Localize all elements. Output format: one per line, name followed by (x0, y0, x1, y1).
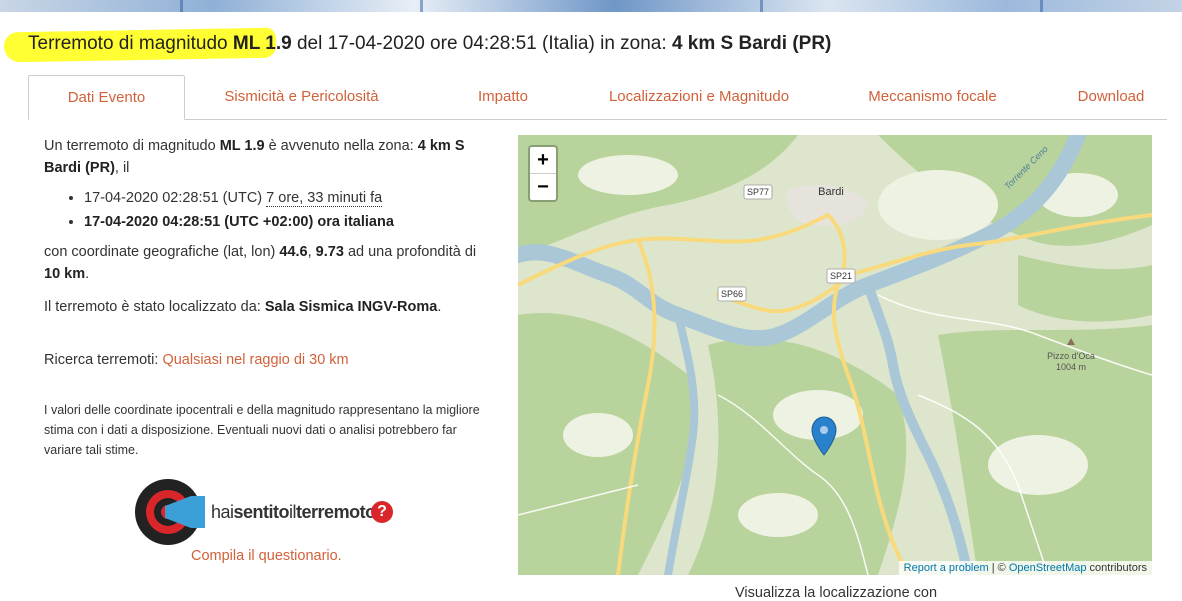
questionnaire-link[interactable]: Compila il questionario. (191, 548, 342, 564)
header-banner (0, 0, 1182, 12)
map-tiles: SP77 SP66 SP21 Bardi Torrente Ceno Pizzo… (518, 135, 1152, 575)
local-time: 17-04-2020 04:28:51 (UTC +02:00) ora ita… (84, 211, 494, 233)
report-problem-link[interactable]: Report a problem (904, 562, 989, 574)
event-details: Un terremoto di magnitudo ML 1.9 è avven… (44, 135, 494, 460)
zoom-control: + − (528, 145, 558, 202)
tab-download[interactable]: Download (1055, 75, 1167, 119)
event-times: 17-04-2020 02:28:51 (UTC) 7 ore, 33 minu… (44, 187, 494, 233)
question-icon[interactable]: ? (371, 501, 393, 523)
search-earthquakes: Ricerca terremoti: Qualsiasi nel raggio … (44, 352, 349, 368)
map-label-peak-name: Pizzo d'Oca (1047, 351, 1095, 361)
map-label-sp66: SP66 (721, 289, 743, 299)
hai-sentito-logo-icon (135, 479, 205, 545)
map-view-caption: Visualizza la localizzazione con (735, 585, 938, 601)
page-title: Terremoto di magnitudo ML 1.9 del 17-04-… (28, 33, 832, 54)
time-ago: 7 ore, 33 minuti fa (266, 190, 383, 207)
tab-dati-evento[interactable]: Dati Evento (28, 75, 185, 120)
map-label-sp77: SP77 (747, 187, 769, 197)
map-label-sp21: SP21 (830, 271, 852, 281)
event-map[interactable]: SP77 SP66 SP21 Bardi Torrente Ceno Pizzo… (518, 135, 1152, 575)
event-coordinates: con coordinate geografiche (lat, lon) 44… (44, 244, 477, 282)
map-label-bardi: Bardi (818, 186, 844, 198)
tab-meccanismo-focale[interactable]: Meccanismo focale (810, 75, 1055, 119)
tab-localizzazioni-magnitudo[interactable]: Localizzazioni e Magnitudo (588, 75, 810, 119)
event-located-by: Il terremoto è stato localizzato da: Sal… (44, 299, 442, 315)
tab-impatto[interactable]: Impatto (418, 75, 588, 119)
tab-sismicita-pericolosita[interactable]: Sismicità e Pericolosità (185, 75, 418, 119)
zoom-in-button[interactable]: + (530, 147, 556, 173)
map-label-peak-elev: 1004 m (1056, 362, 1086, 372)
osm-link[interactable]: OpenStreetMap (1009, 562, 1087, 574)
disclaimer: I valori delle coordinate ipocentrali e … (44, 403, 480, 457)
hai-sentito-wordmark: haisentitoilterremoto (211, 502, 376, 522)
utc-time: 17-04-2020 02:28:51 (UTC) 7 ore, 33 minu… (84, 187, 494, 209)
zoom-out-button[interactable]: − (530, 173, 556, 200)
map-attribution: Report a problem | © OpenStreetMap contr… (898, 561, 1152, 575)
event-summary: Un terremoto di magnitudo ML 1.9 è avven… (44, 138, 465, 176)
tab-bar: Dati Evento Sismicità e Pericolosità Imp… (28, 75, 1167, 120)
search-radius-link[interactable]: Qualsiasi nel raggio di 30 km (162, 352, 348, 368)
